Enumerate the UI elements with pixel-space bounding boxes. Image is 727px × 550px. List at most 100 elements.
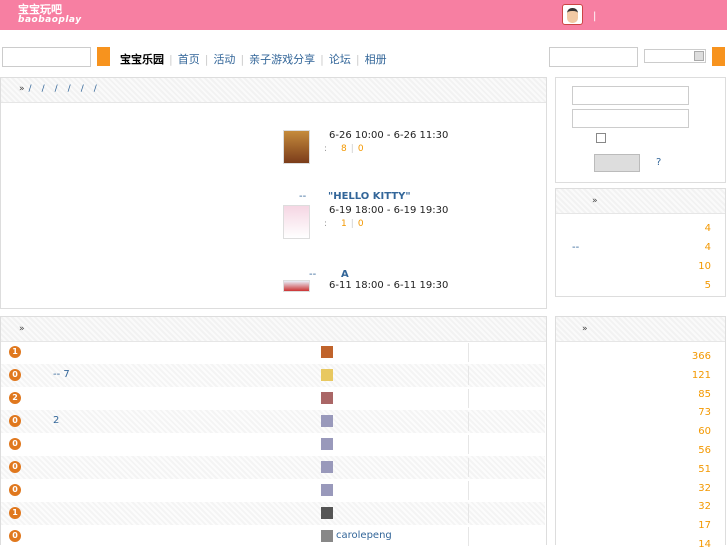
nav-separator: | — [320, 53, 324, 66]
event-thumbnail[interactable] — [283, 280, 310, 292]
author-avatar[interactable] — [321, 461, 333, 473]
search-input[interactable] — [2, 47, 91, 67]
event-title-prefix: -- — [299, 191, 307, 202]
event-stat-label: : — [324, 219, 328, 229]
topic-row[interactable]: 0 -- 7 — [1, 364, 545, 387]
side2-count: 32 — [698, 501, 711, 513]
side-panel-2-arrow: » — [582, 324, 588, 334]
nav-item-5[interactable]: 相册 — [365, 53, 387, 66]
side1-count: 4 — [704, 223, 711, 234]
breadcrumb-part[interactable]: / — [42, 84, 45, 94]
side1-count: 4 — [704, 242, 711, 253]
side-panel-1-header: » — [556, 189, 725, 214]
column-divider — [468, 389, 469, 408]
column-divider — [468, 366, 469, 385]
right-search-button[interactable] — [712, 47, 725, 66]
header-separator: | — [593, 11, 597, 22]
topic-title[interactable]: 2 — [53, 415, 59, 426]
breadcrumb-arrow: » — [19, 84, 25, 94]
chevron-down-icon[interactable] — [694, 51, 704, 61]
top-header — [0, 0, 727, 30]
breadcrumb-part[interactable]: / — [68, 84, 71, 94]
side2-count: 56 — [698, 445, 711, 456]
search-button[interactable] — [97, 47, 110, 66]
author-avatar[interactable] — [321, 369, 333, 381]
author-avatar[interactable] — [321, 415, 333, 427]
topic-row[interactable]: 1 — [1, 502, 545, 525]
breadcrumb-part[interactable]: / — [94, 84, 97, 94]
event-thumbnail[interactable] — [283, 205, 310, 239]
nav-separator: | — [204, 53, 209, 66]
side-panel-2-header: » — [556, 317, 725, 342]
reply-count-badge: 0 — [9, 461, 21, 473]
side-panel-1: » 4 -- 4 10 5 — [555, 188, 726, 297]
topic-title[interactable]: -- 7 — [53, 369, 70, 380]
events-panel-header: » / / / / / / — [1, 78, 546, 103]
event-joins: 0 — [357, 144, 364, 154]
side2-count: 121 — [691, 369, 711, 381]
event-title[interactable]: A — [341, 269, 349, 280]
password-input[interactable] — [572, 109, 689, 128]
events-panel: » / / / / // 6-26 10:00 - 6-26 11:30:8 | 0 -- "HE… — [0, 77, 547, 309]
author-avatar[interactable] — [321, 530, 333, 542]
topic-author[interactable]: carolepeng — [336, 530, 392, 541]
side2-count: 60 — [698, 426, 711, 438]
topic-row[interactable]: 2 — [1, 387, 545, 410]
side2-count: 32 — [698, 482, 711, 494]
author-avatar[interactable] — [321, 484, 333, 496]
column-divider — [468, 504, 469, 523]
help-link[interactable]: ? — [656, 157, 661, 168]
author-avatar[interactable] — [321, 507, 333, 519]
event-thumbnail[interactable] — [283, 130, 310, 164]
reply-count-badge: 0 — [9, 369, 21, 381]
nav-item-1[interactable]: 首页 — [178, 53, 200, 66]
main-nav: 宝宝乐园 | 首页 | 活动 | 亲子游戏分享 | 论坛 | 相册 — [120, 51, 387, 67]
logo-sub-text: baobaoplay — [18, 15, 82, 25]
side1-label[interactable]: -- — [572, 242, 579, 253]
event-title[interactable]: "HELLO KITTY" — [328, 191, 411, 202]
nav-item-2[interactable]: 活动 — [213, 53, 235, 66]
remember-checkbox[interactable] — [596, 133, 606, 143]
nav-item-4[interactable]: 论坛 — [329, 53, 351, 66]
event-stat-separator: | — [350, 144, 354, 154]
side1-count: 5 — [704, 280, 711, 291]
nav-separator: | — [240, 53, 245, 66]
column-divider — [468, 458, 469, 477]
login-panel: ? — [555, 77, 726, 183]
side1-count: 10 — [698, 261, 711, 272]
author-avatar[interactable] — [321, 392, 333, 404]
username-input[interactable] — [572, 86, 689, 105]
nav-item-3[interactable]: 亲子游戏分享 — [249, 53, 315, 66]
column-divider — [468, 481, 469, 500]
author-avatar[interactable] — [321, 438, 333, 450]
user-avatar[interactable] — [562, 4, 583, 25]
side2-count: 366 — [691, 351, 711, 362]
topic-row[interactable]: 0 — [1, 433, 545, 456]
topic-row[interactable]: 1 — [1, 341, 545, 364]
topic-row[interactable]: 0 — [1, 456, 545, 479]
event-title-prefix: -- — [309, 269, 317, 280]
column-divider — [468, 435, 469, 454]
breadcrumb-part[interactable]: / — [81, 84, 84, 94]
nav-item-0[interactable]: 宝宝乐园 — [120, 53, 164, 66]
topic-row[interactable]: 0 — [1, 479, 545, 502]
topic-row[interactable]: 02 — [1, 410, 545, 433]
event-views: 1 — [341, 219, 347, 229]
login-button[interactable] — [594, 154, 640, 172]
event-stats: : 1 | 0 — [324, 219, 364, 229]
right-search-input[interactable] — [549, 47, 638, 67]
reply-count-badge: 0 — [9, 438, 21, 450]
topics-header-arrow: » — [19, 324, 25, 334]
event-time: 6-26 10:00 - 6-26 11:30 — [329, 130, 449, 141]
breadcrumb: » / / / / / / — [19, 84, 107, 94]
side-panel-1-arrow: » — [592, 196, 598, 206]
side2-count: 73 — [698, 407, 711, 419]
breadcrumb-part[interactable]: / — [55, 84, 58, 94]
event-time: 6-11 18:00 - 6-11 19:30 — [329, 280, 449, 291]
author-avatar[interactable] — [321, 346, 333, 358]
category-select[interactable] — [644, 49, 706, 63]
reply-count-badge: 1 — [9, 507, 21, 519]
site-logo[interactable]: 宝宝玩吧 baobaoplay — [18, 4, 82, 26]
avatar-face-icon — [567, 8, 578, 23]
breadcrumb-part[interactable]: / — [29, 84, 32, 94]
